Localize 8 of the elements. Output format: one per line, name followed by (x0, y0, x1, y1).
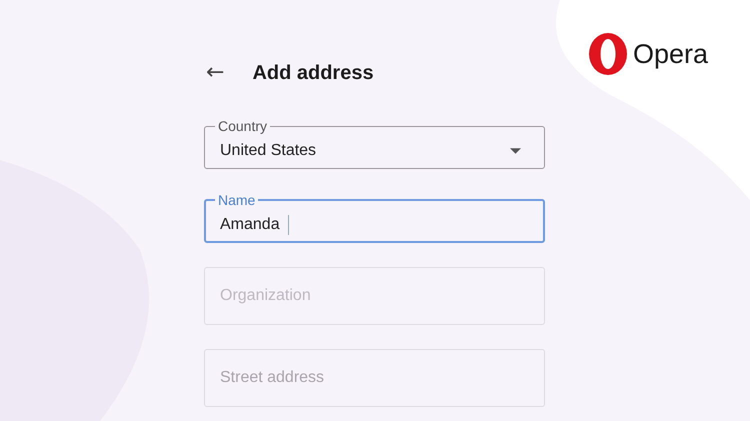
text-cursor (288, 215, 289, 235)
input-field[interactable]: Name Amanda (204, 193, 545, 243)
back-button[interactable]: ← (204, 59, 226, 87)
country-dropdown[interactable]: Country United States (204, 119, 545, 169)
dropdown-arrow-icon (510, 148, 521, 154)
brand-name: Opera (633, 38, 708, 70)
page-title: Add address (252, 62, 374, 84)
logo-icon (588, 32, 628, 76)
